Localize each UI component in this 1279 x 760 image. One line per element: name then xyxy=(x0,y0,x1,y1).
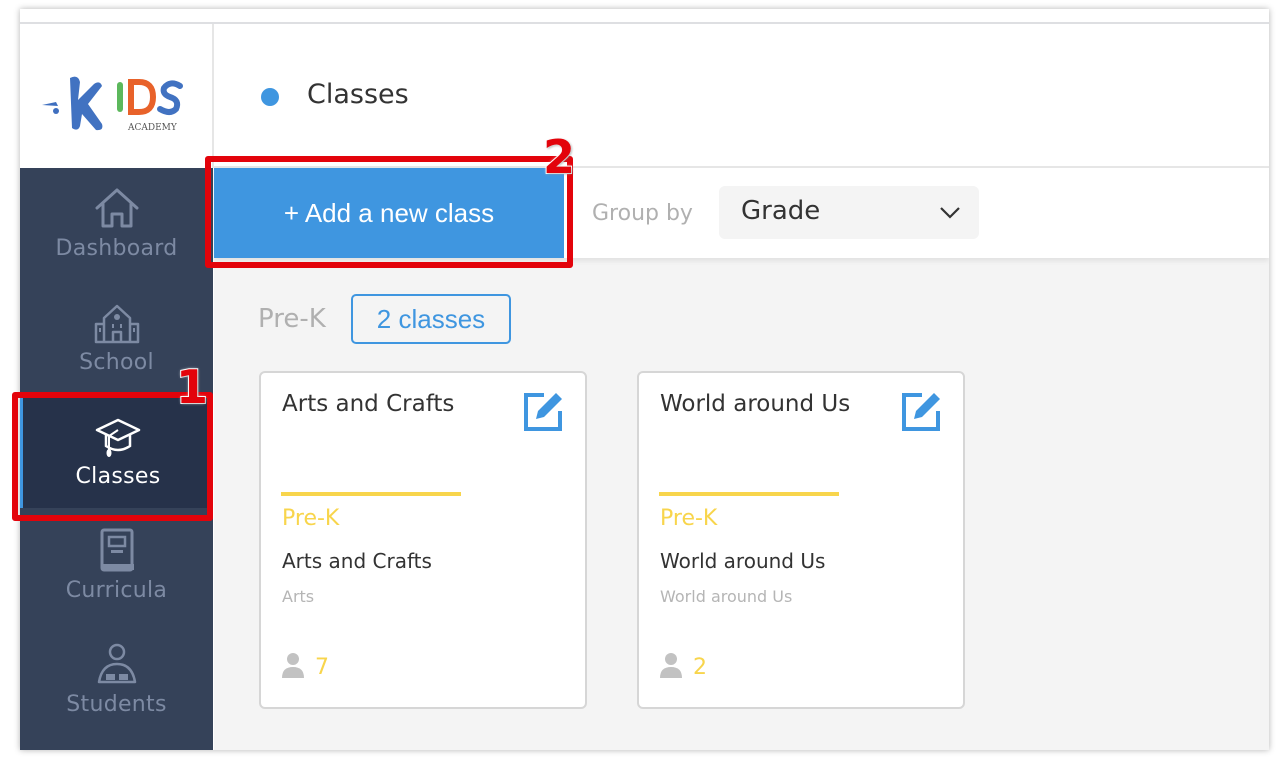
class-card-grade: Pre-K xyxy=(282,506,340,531)
status-dot xyxy=(261,88,279,106)
logo-area[interactable]: ACADEMY xyxy=(20,24,214,168)
group-by-value: Grade xyxy=(741,196,821,226)
class-card[interactable]: World around Us Pre-K World around Us Wo… xyxy=(637,371,965,709)
sidebar-item-label: Dashboard xyxy=(55,236,178,261)
class-card-name: World around Us xyxy=(660,549,826,573)
sidebar-item-dashboard[interactable]: Dashboard xyxy=(20,168,213,280)
class-card-subject: World around Us xyxy=(660,587,793,606)
sidebar-item-label: Curricula xyxy=(65,578,168,603)
class-card-name: Arts and Crafts xyxy=(282,549,432,573)
sidebar-item-label: School xyxy=(79,350,154,375)
class-card-title: World around Us xyxy=(660,391,851,417)
sidebar-item-label: Students xyxy=(66,692,167,717)
window-top-bar xyxy=(20,9,1269,24)
student-count: 7 xyxy=(315,655,329,680)
class-card[interactable]: Arts and Crafts Pre-K Arts and Crafts Ar… xyxy=(259,371,587,709)
highlight-box-add-class xyxy=(205,156,573,268)
person-icon xyxy=(282,653,304,678)
kids-academy-logo: ACADEMY xyxy=(42,76,183,133)
class-count-badge[interactable]: 2 classes xyxy=(351,294,511,344)
classes-content: Pre-K 2 classes Arts and Crafts Pre-K Ar… xyxy=(214,258,1269,750)
student-reading-icon xyxy=(97,643,136,684)
step-number-1: 1 xyxy=(175,359,209,415)
page-header: Classes xyxy=(214,24,1269,168)
group-by-label: Group by xyxy=(592,201,693,226)
grade-group-label: Pre-K xyxy=(258,304,326,334)
step-number-2: 2 xyxy=(542,129,576,185)
class-card-subject: Arts xyxy=(282,587,315,606)
person-icon xyxy=(660,653,682,678)
house-icon xyxy=(95,188,138,228)
edit-icon[interactable] xyxy=(900,389,944,433)
edit-icon[interactable] xyxy=(522,389,566,433)
group-by-select[interactable]: Grade xyxy=(719,186,979,239)
book-icon xyxy=(100,528,134,572)
student-count: 2 xyxy=(693,655,707,680)
class-card-grade: Pre-K xyxy=(660,506,718,531)
sidebar-item-students[interactable]: Students xyxy=(20,624,213,736)
page-title: Classes xyxy=(307,79,409,110)
sidebar-item-curricula[interactable]: Curricula xyxy=(20,510,213,622)
grade-color-bar xyxy=(659,492,839,496)
grade-color-bar xyxy=(281,492,461,496)
svg-text:ACADEMY: ACADEMY xyxy=(127,123,178,133)
school-building-icon xyxy=(94,304,139,344)
class-card-title: Arts and Crafts xyxy=(282,391,455,417)
chevron-down-icon xyxy=(940,207,960,219)
